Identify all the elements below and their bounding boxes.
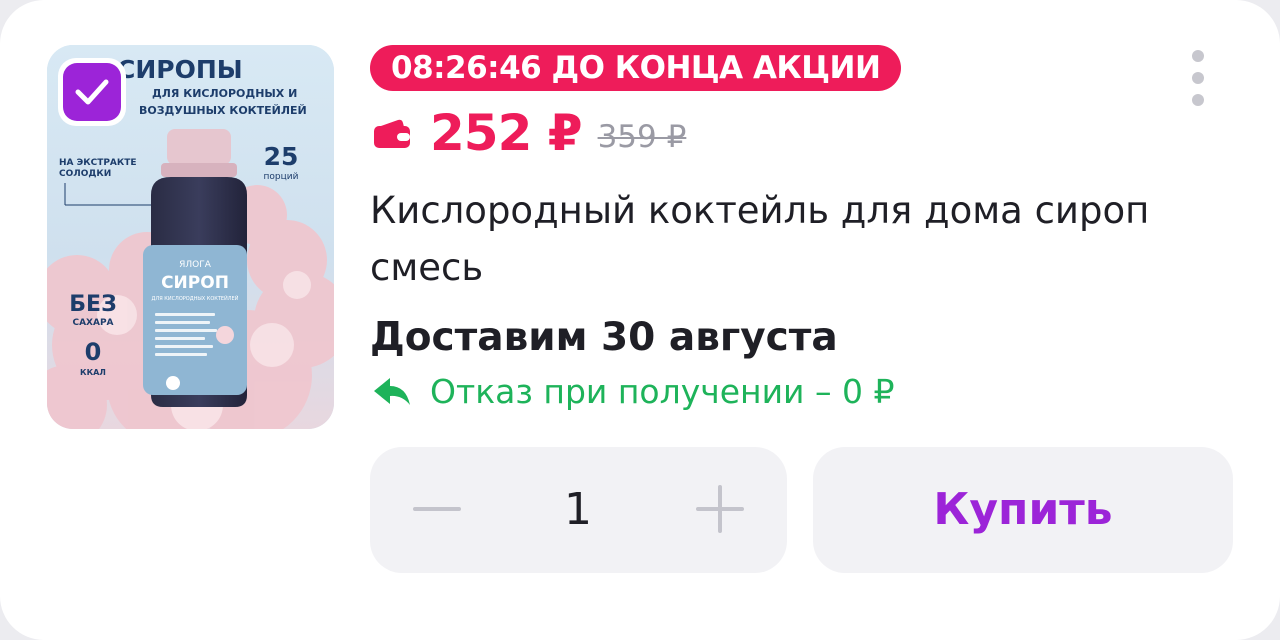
image-no-sugar-2: САХАРА: [72, 318, 113, 328]
image-headline-2: ДЛЯ КИСЛОРОДНЫХ И: [152, 87, 297, 100]
image-portions-num: 25: [264, 142, 299, 171]
image-headline-1: СИРОПЫ: [117, 55, 243, 84]
image-extract-2: СОЛОДКИ: [59, 169, 111, 179]
price-row: 252 ₽ 359 ₽: [372, 103, 686, 163]
image-extract-1: НА ЭКСТРАКТЕ: [59, 158, 137, 168]
select-checkbox[interactable]: [58, 58, 126, 126]
quantity-stepper: 1: [370, 447, 787, 573]
image-kcal-label: ККАЛ: [80, 368, 106, 377]
image-headline-3: ВОЗДУШНЫХ КОКТЕЙЛЕЙ: [139, 104, 307, 117]
return-policy: Отказ при получении – 0 ₽: [372, 372, 894, 411]
image-no-sugar-1: БЕЗ: [69, 292, 116, 317]
bottle-brand: ЯЛОГА: [179, 260, 212, 270]
delivery-date: Доставим 30 августа: [370, 315, 838, 360]
bottle-label-title: СИРОП: [161, 273, 229, 293]
wallet-icon: [374, 119, 410, 148]
image-kcal-num: 0: [85, 338, 102, 366]
bottle-label-sub: ДЛЯ КИСЛОРОДНЫХ КОКТЕЙЛЕЙ: [152, 295, 239, 302]
minus-icon[interactable]: [405, 477, 469, 541]
quantity-value: 1: [564, 484, 592, 535]
plus-icon[interactable]: [688, 477, 752, 541]
product-title[interactable]: Кислородный коктейль для дома сироп смес…: [370, 182, 1230, 296]
buy-button[interactable]: Купить: [813, 447, 1233, 573]
current-price: 252 ₽: [430, 104, 583, 162]
return-arrow-icon: [374, 377, 410, 405]
return-text: Отказ при получении – 0 ₽: [430, 372, 895, 411]
product-card: ЯЛОГА СИРОП ДЛЯ КИСЛОРОДНЫХ КОКТЕЙЛЕЙ СИ…: [0, 0, 1280, 640]
checkmark-icon: [63, 63, 121, 121]
promo-timer-badge: 08:26:46 ДО КОНЦА АКЦИИ: [370, 45, 902, 91]
image-portions-label: порций: [264, 172, 299, 182]
more-vertical-icon[interactable]: [1186, 48, 1212, 112]
old-price: 359 ₽: [597, 119, 687, 155]
